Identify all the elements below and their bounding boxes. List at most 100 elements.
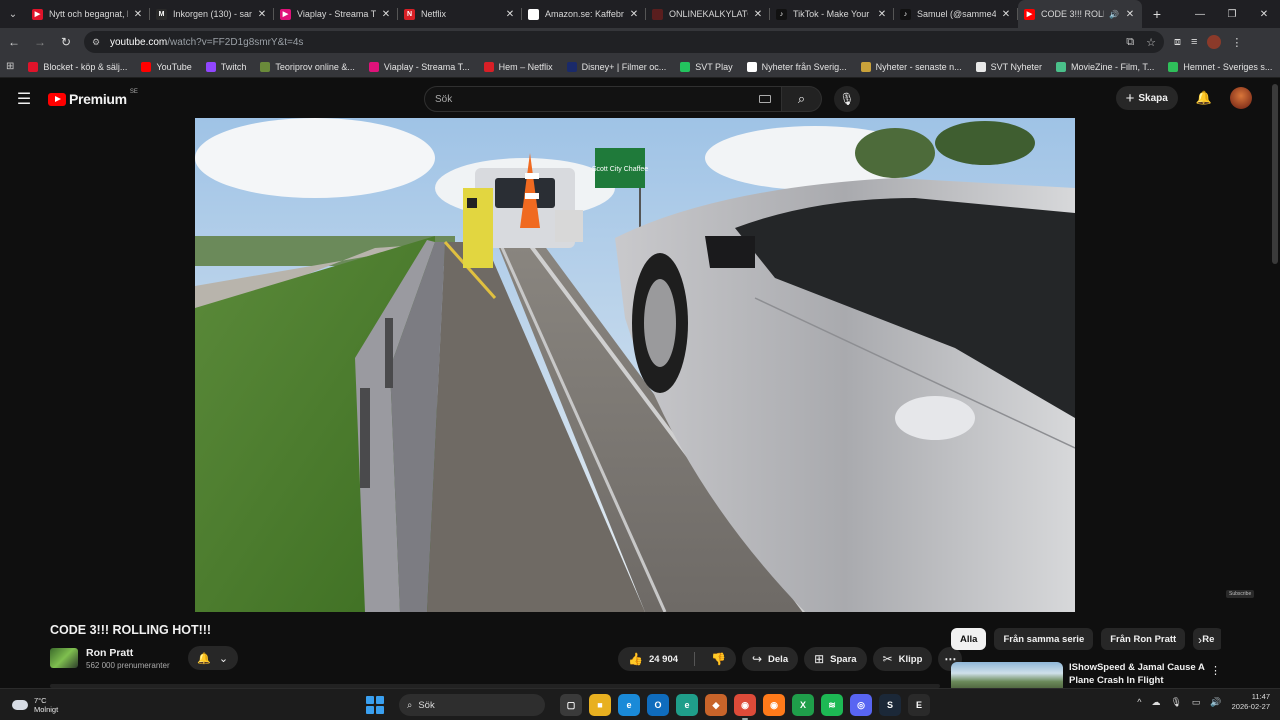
restore-icon[interactable]: ❐ xyxy=(1216,0,1248,28)
edge-icon[interactable]: e xyxy=(618,694,640,716)
clock[interactable]: 11:47 2026-02-27 xyxy=(1232,692,1270,712)
youtube-logo[interactable]: Premium SE xyxy=(48,89,138,107)
voice-search-button[interactable]: 🎙 xyxy=(834,86,860,112)
browser-tab[interactable]: ♪ Samuel (@samme45 ✕ xyxy=(894,0,1018,28)
bookmark-item[interactable]: Hemnet - Sveriges s... xyxy=(1168,61,1272,72)
dislike-button[interactable]: 👎 xyxy=(701,647,736,671)
chrome-icon[interactable]: ◉ xyxy=(734,694,756,720)
tab-audio-icon[interactable]: 🔊 xyxy=(1108,10,1120,19)
weather-widget[interactable]: 7°C Molnigt xyxy=(12,696,58,714)
tray-overflow-icon[interactable]: ^ xyxy=(1137,697,1141,707)
browser-tab[interactable]: ▶ Nytt och begagnat, k ✕ xyxy=(26,0,150,28)
firefox-icon[interactable]: ◉ xyxy=(763,694,785,716)
create-button[interactable]: + Skapa xyxy=(1115,86,1178,110)
bookmark-item[interactable]: Twitch xyxy=(205,61,246,72)
search-button[interactable]: ⌕ xyxy=(782,86,822,112)
browser-tab[interactable]: M Inkorgen (130) - sam ✕ xyxy=(150,0,274,28)
tab-close-icon[interactable]: ✕ xyxy=(628,9,640,20)
filter-chip[interactable]: Alla xyxy=(951,628,987,650)
minimize-icon[interactable]: — xyxy=(1184,0,1216,28)
apps-grid-icon[interactable]: ⊞ xyxy=(6,61,14,72)
page-scrollbar[interactable] xyxy=(1272,84,1278,264)
media-controls-icon[interactable]: ≡ xyxy=(1191,36,1197,48)
account-avatar[interactable] xyxy=(1230,87,1252,109)
browser-tab[interactable]: a Amazon.se: Kaffebryg ✕ xyxy=(522,0,646,28)
xbox-app-icon[interactable]: X xyxy=(792,694,814,716)
outlook-icon[interactable]: O xyxy=(647,694,669,716)
steam-icon[interactable]: S xyxy=(879,694,901,716)
tab-close-icon[interactable]: ✕ xyxy=(1000,9,1012,20)
extensions-icon[interactable]: ⧈ xyxy=(1174,36,1181,49)
bookmark-item[interactable]: MovieZine - Film, T... xyxy=(1056,61,1154,72)
bookmark-item[interactable]: Nyheter från Sverig... xyxy=(746,61,847,72)
paint-app-icon[interactable]: ◆ xyxy=(705,694,727,716)
tab-close-icon[interactable]: ✕ xyxy=(380,9,392,20)
tab-close-icon[interactable]: ✕ xyxy=(752,9,764,20)
tab-close-icon[interactable]: ✕ xyxy=(1124,9,1136,20)
bookmark-label: Viaplay - Streama T... xyxy=(383,61,470,72)
tab-title: Viaplay - Streama TV, xyxy=(297,9,376,19)
filter-chip[interactable]: Från samma serie xyxy=(994,628,1094,650)
file-explorer-icon[interactable]: ■ xyxy=(589,694,611,716)
like-button[interactable]: 👍 24 904 xyxy=(618,647,688,671)
search-input[interactable]: Sök xyxy=(424,86,782,112)
site-info-icon[interactable]: ⚙ xyxy=(92,37,106,48)
clip-button[interactable]: ✂ Klipp xyxy=(872,647,933,671)
reload-icon[interactable]: ↻ xyxy=(54,30,78,54)
tab-close-icon[interactable]: ✕ xyxy=(876,9,888,20)
task-view-icon[interactable]: ▢ xyxy=(560,694,582,716)
recommendation-thumbnail[interactable] xyxy=(951,662,1063,690)
new-tab-button[interactable]: + xyxy=(1146,6,1168,22)
bookmark-item[interactable]: Viaplay - Streama T... xyxy=(368,61,470,72)
subscribe-watermark[interactable]: Subscribe xyxy=(1226,590,1255,598)
volume-icon[interactable]: 🔊 xyxy=(1210,697,1221,708)
bookmark-star-icon[interactable]: ☆ xyxy=(1146,36,1156,49)
windows-start-icon[interactable] xyxy=(366,696,384,714)
channel-name[interactable]: Ron Pratt xyxy=(86,647,170,659)
network-icon[interactable]: ▭ xyxy=(1192,697,1201,708)
epic-games-icon[interactable]: E xyxy=(908,694,930,716)
address-bar[interactable]: ⚙ youtube.com/watch?v=FF2D1g8smrY&t=4s ⧉… xyxy=(84,31,1164,53)
notifications-bell-icon[interactable]: 🔔 xyxy=(1196,90,1212,106)
browser-tab[interactable]: N Netflix ✕ xyxy=(398,0,522,28)
bookmark-item[interactable]: YouTube xyxy=(141,61,192,72)
chevron-right-icon[interactable]: › xyxy=(1198,633,1202,647)
close-window-icon[interactable]: ✕ xyxy=(1248,0,1280,28)
edge-dev-icon[interactable]: e xyxy=(676,694,698,716)
microphone-icon[interactable]: 🎙 xyxy=(1170,697,1181,708)
tab-close-icon[interactable]: ✕ xyxy=(504,9,516,20)
tab-close-icon[interactable]: ✕ xyxy=(132,9,144,20)
bookmark-item[interactable]: SVT Nyheter xyxy=(975,61,1042,72)
browser-tab[interactable]: ONLINEKALKYLATOR ✕ xyxy=(646,0,770,28)
bookmark-item[interactable]: SVT Play xyxy=(680,61,733,72)
tab-close-icon[interactable]: ✕ xyxy=(256,9,268,20)
browser-tab[interactable]: ♪ TikTok - Make Your D ✕ xyxy=(770,0,894,28)
save-button[interactable]: ⊞ Spara xyxy=(804,647,867,671)
spotify-icon[interactable]: ≋ xyxy=(821,694,843,716)
channel-avatar[interactable] xyxy=(50,648,78,668)
discord-icon[interactable]: ◎ xyxy=(850,694,872,716)
install-app-icon[interactable]: ⧉ xyxy=(1126,36,1134,49)
filter-chip[interactable]: Från Ron Pratt xyxy=(1101,628,1186,650)
bookmark-item[interactable]: Disney+ | Filmer oc... xyxy=(566,61,667,72)
tab-search-icon[interactable]: ⌄ xyxy=(0,0,26,28)
recommendation-menu-icon[interactable]: ⋮ xyxy=(1210,664,1221,677)
browser-tab[interactable]: ▶ Viaplay - Streama TV, ✕ xyxy=(274,0,398,28)
browser-tab[interactable]: ▶ CODE 3!!! ROLLIN 🔊 ✕ xyxy=(1018,0,1142,28)
menu-icon[interactable]: ☰ xyxy=(0,89,48,109)
back-icon[interactable]: ← xyxy=(2,30,26,54)
bookmark-item[interactable]: Nyheter - senaste n... xyxy=(860,61,962,72)
keyboard-icon[interactable] xyxy=(759,95,771,103)
bookmark-item[interactable]: Teoriprov online &... xyxy=(260,61,355,72)
video-player[interactable]: Scott City Chaffee xyxy=(195,118,1075,612)
taskbar-search[interactable]: ⌕ Sök xyxy=(399,694,545,716)
forward-icon[interactable]: → xyxy=(28,30,52,54)
onedrive-icon[interactable]: ☁ xyxy=(1151,697,1160,708)
subscription-bell-button[interactable]: 🔔 ⌄ xyxy=(187,646,238,670)
chrome-menu-icon[interactable]: ⋮ xyxy=(1231,36,1242,49)
profile-avatar[interactable] xyxy=(1207,35,1222,49)
bookmark-item[interactable]: Hem – Netflix xyxy=(483,61,553,72)
share-button[interactable]: ↪ Dela xyxy=(741,647,799,671)
bookmark-label: Disney+ | Filmer oc... xyxy=(581,61,667,72)
bookmark-item[interactable]: Blocket - köp & sälj... xyxy=(28,61,127,72)
